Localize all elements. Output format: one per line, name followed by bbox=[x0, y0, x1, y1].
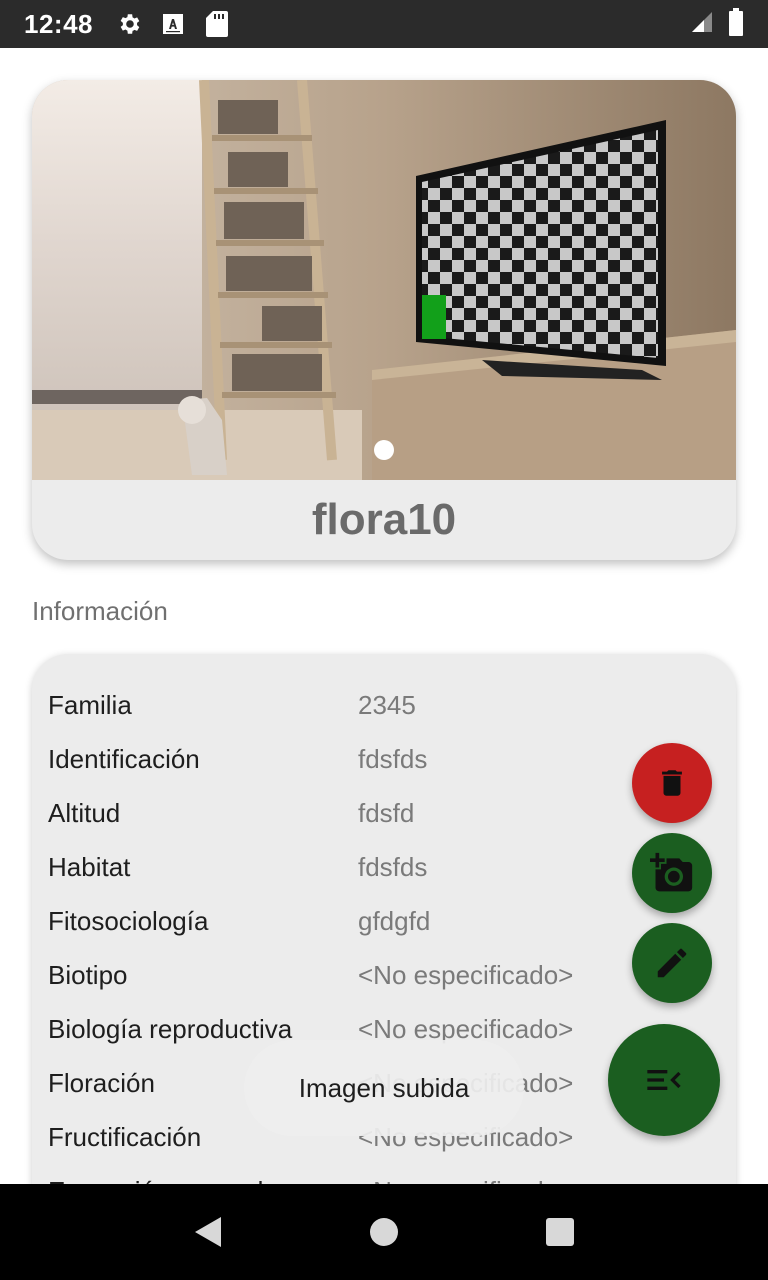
card-title: flora10 bbox=[311, 495, 457, 544]
sd-card-icon bbox=[203, 10, 231, 38]
info-row: Identificación fdsfds bbox=[48, 739, 427, 779]
info-value: fdsfds bbox=[358, 851, 428, 882]
back-button[interactable] bbox=[178, 1202, 238, 1262]
info-row: Habitat fdsfds bbox=[48, 847, 427, 887]
info-value: fdsfd bbox=[358, 797, 415, 828]
status-time: 12:48 bbox=[24, 8, 93, 39]
menu-toggle-button[interactable] bbox=[608, 1024, 720, 1136]
add-photo-icon bbox=[650, 852, 693, 892]
info-row: Altitud fdsfd bbox=[48, 793, 414, 833]
toast-message: Imagen subida bbox=[244, 1040, 524, 1136]
info-value: <No especificado> bbox=[358, 959, 574, 990]
info-card: Familia 2345 Identificación fdsfds Altit… bbox=[32, 654, 736, 1274]
menu-collapse-icon bbox=[647, 1070, 681, 1090]
navigation-bar bbox=[0, 1184, 768, 1280]
carousel-indicator-dot[interactable] bbox=[374, 440, 394, 460]
info-value: fdsfds bbox=[358, 743, 428, 774]
info-key: Fitosociología bbox=[48, 905, 209, 936]
info-key: Identificación bbox=[48, 743, 200, 774]
plant-image[interactable] bbox=[32, 80, 736, 480]
edit-button[interactable] bbox=[632, 923, 712, 1003]
section-label: Información bbox=[32, 596, 168, 626]
add-photo-button[interactable] bbox=[632, 833, 712, 913]
delete-button[interactable] bbox=[632, 743, 712, 823]
info-key: Biotipo bbox=[48, 959, 128, 990]
image-card: flora10 bbox=[32, 80, 736, 560]
signal-icon bbox=[690, 10, 714, 39]
info-key: Altitud bbox=[48, 797, 121, 828]
info-row: Fitosociología gfdgfd bbox=[48, 901, 430, 941]
a-letter-icon bbox=[159, 10, 187, 38]
pencil-icon bbox=[657, 948, 687, 978]
home-icon bbox=[370, 1218, 398, 1246]
info-value: gfdgfd bbox=[358, 905, 431, 936]
battery-icon bbox=[728, 7, 744, 41]
info-key: Familia bbox=[48, 689, 132, 720]
status-bar: 12:48 bbox=[0, 0, 768, 48]
info-row: Biotipo <No especificado> bbox=[48, 955, 573, 995]
back-icon bbox=[195, 1217, 221, 1247]
info-key: Habitat bbox=[48, 851, 131, 882]
info-value: 2345 bbox=[358, 689, 416, 720]
recents-icon bbox=[546, 1218, 574, 1246]
trash-icon bbox=[662, 770, 682, 796]
info-row: Familia 2345 bbox=[48, 685, 416, 725]
home-button[interactable] bbox=[354, 1202, 414, 1262]
recents-button[interactable] bbox=[530, 1202, 590, 1262]
settings-gear-icon bbox=[115, 10, 143, 38]
